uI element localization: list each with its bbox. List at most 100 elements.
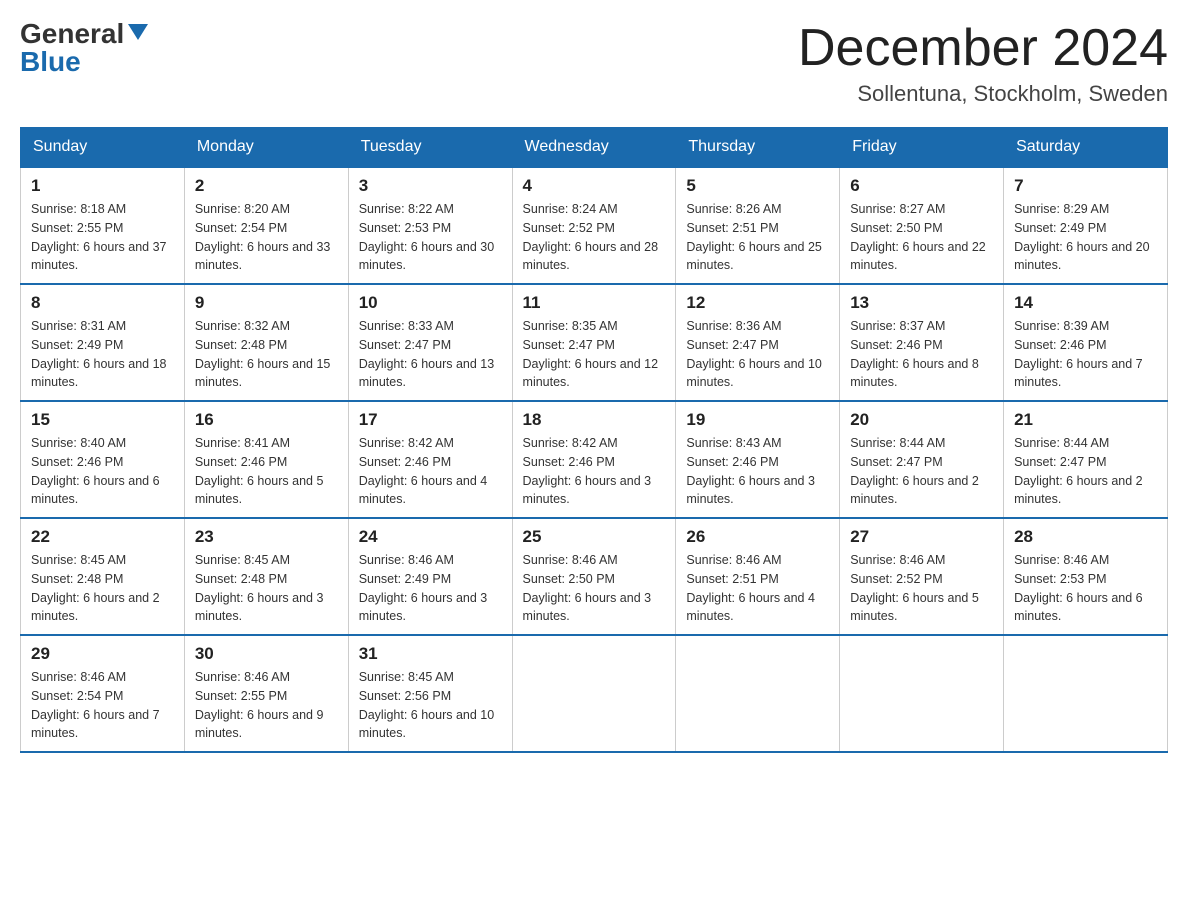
day-info: Sunrise: 8:35 AMSunset: 2:47 PMDaylight:… — [523, 317, 666, 392]
day-info: Sunrise: 8:31 AMSunset: 2:49 PMDaylight:… — [31, 317, 174, 392]
calendar-cell: 16Sunrise: 8:41 AMSunset: 2:46 PMDayligh… — [184, 401, 348, 518]
calendar-cell: 14 Sunrise: 8:39 AMSunset: 2:46 PMDayligh… — [1004, 284, 1168, 401]
day-info: Sunrise: 8:24 AMSunset: 2:52 PMDaylight:… — [523, 200, 666, 275]
day-info: Sunrise: 8:32 AMSunset: 2:48 PMDaylight:… — [195, 317, 338, 392]
weekday-header-thursday: Thursday — [676, 128, 840, 168]
calendar-cell — [1004, 635, 1168, 752]
day-number: 5 — [686, 176, 829, 196]
day-number: 21 — [1014, 410, 1157, 430]
calendar-week-row-1: 1Sunrise: 8:18 AMSunset: 2:55 PMDaylight… — [21, 167, 1168, 284]
calendar-cell — [840, 635, 1004, 752]
day-number: 3 — [359, 176, 502, 196]
day-number: 17 — [359, 410, 502, 430]
calendar-cell: 22 Sunrise: 8:45 AMSunset: 2:48 PMDayligh… — [21, 518, 185, 635]
day-number: 7 — [1014, 176, 1157, 196]
day-info: Sunrise: 8:45 AMSunset: 2:48 PMDaylight:… — [195, 551, 338, 626]
day-info: Sunrise: 8:45 AMSunset: 2:56 PMDaylight:… — [359, 668, 502, 743]
calendar-cell: 13 Sunrise: 8:37 AMSunset: 2:46 PMDayligh… — [840, 284, 1004, 401]
day-info: Sunrise: 8:46 AMSunset: 2:50 PMDaylight:… — [523, 551, 666, 626]
day-number: 24 — [359, 527, 502, 547]
weekday-header-sunday: Sunday — [21, 128, 185, 168]
day-number: 26 — [686, 527, 829, 547]
calendar-cell: 21 Sunrise: 8:44 AMSunset: 2:47 PMDayligh… — [1004, 401, 1168, 518]
day-number: 25 — [523, 527, 666, 547]
day-info: Sunrise: 8:42 AMSunset: 2:46 PMDaylight:… — [523, 434, 666, 509]
weekday-header-tuesday: Tuesday — [348, 128, 512, 168]
logo-triangle-icon — [128, 24, 148, 40]
day-number: 8 — [31, 293, 174, 313]
calendar-cell: 5 Sunrise: 8:26 AMSunset: 2:51 PMDaylight… — [676, 167, 840, 284]
month-title: December 2024 — [798, 20, 1168, 77]
calendar-week-row-4: 22 Sunrise: 8:45 AMSunset: 2:48 PMDayligh… — [21, 518, 1168, 635]
day-number: 29 — [31, 644, 174, 664]
calendar-week-row-5: 29 Sunrise: 8:46 AMSunset: 2:54 PMDayligh… — [21, 635, 1168, 752]
calendar-cell: 20 Sunrise: 8:44 AMSunset: 2:47 PMDayligh… — [840, 401, 1004, 518]
day-info: Sunrise: 8:46 AMSunset: 2:51 PMDaylight:… — [686, 551, 829, 626]
weekday-header-saturday: Saturday — [1004, 128, 1168, 168]
location-title: Sollentuna, Stockholm, Sweden — [798, 81, 1168, 107]
day-info: Sunrise: 8:46 AMSunset: 2:54 PMDaylight:… — [31, 668, 174, 743]
day-number: 2 — [195, 176, 338, 196]
calendar-cell: 23 Sunrise: 8:45 AMSunset: 2:48 PMDayligh… — [184, 518, 348, 635]
day-number: 9 — [195, 293, 338, 313]
day-number: 6 — [850, 176, 993, 196]
calendar-cell: 11Sunrise: 8:35 AMSunset: 2:47 PMDayligh… — [512, 284, 676, 401]
calendar-cell: 18Sunrise: 8:42 AMSunset: 2:46 PMDayligh… — [512, 401, 676, 518]
day-info: Sunrise: 8:26 AMSunset: 2:51 PMDaylight:… — [686, 200, 829, 275]
day-info: Sunrise: 8:18 AMSunset: 2:55 PMDaylight:… — [31, 200, 174, 275]
weekday-header-row: SundayMondayTuesdayWednesdayThursdayFrid… — [21, 128, 1168, 168]
day-info: Sunrise: 8:39 AMSunset: 2:46 PMDaylight:… — [1014, 317, 1157, 392]
day-number: 13 — [850, 293, 993, 313]
day-number: 15 — [31, 410, 174, 430]
calendar-cell: 3 Sunrise: 8:22 AMSunset: 2:53 PMDaylight… — [348, 167, 512, 284]
day-info: Sunrise: 8:36 AMSunset: 2:47 PMDaylight:… — [686, 317, 829, 392]
calendar-cell: 10Sunrise: 8:33 AMSunset: 2:47 PMDayligh… — [348, 284, 512, 401]
day-info: Sunrise: 8:46 AMSunset: 2:53 PMDaylight:… — [1014, 551, 1157, 626]
calendar-cell: 27 Sunrise: 8:46 AMSunset: 2:52 PMDayligh… — [840, 518, 1004, 635]
calendar-cell: 31Sunrise: 8:45 AMSunset: 2:56 PMDayligh… — [348, 635, 512, 752]
day-info: Sunrise: 8:41 AMSunset: 2:46 PMDaylight:… — [195, 434, 338, 509]
weekday-header-monday: Monday — [184, 128, 348, 168]
logo: General Blue — [20, 20, 148, 76]
page-header: General Blue December 2024 Sollentuna, S… — [20, 20, 1168, 107]
day-info: Sunrise: 8:44 AMSunset: 2:47 PMDaylight:… — [850, 434, 993, 509]
logo-blue-text: Blue — [20, 48, 81, 76]
calendar-table: SundayMondayTuesdayWednesdayThursdayFrid… — [20, 127, 1168, 753]
day-info: Sunrise: 8:37 AMSunset: 2:46 PMDaylight:… — [850, 317, 993, 392]
calendar-cell: 25 Sunrise: 8:46 AMSunset: 2:50 PMDayligh… — [512, 518, 676, 635]
logo-general-text: General — [20, 20, 124, 48]
calendar-cell: 4 Sunrise: 8:24 AMSunset: 2:52 PMDaylight… — [512, 167, 676, 284]
weekday-header-friday: Friday — [840, 128, 1004, 168]
calendar-cell: 24 Sunrise: 8:46 AMSunset: 2:49 PMDayligh… — [348, 518, 512, 635]
day-info: Sunrise: 8:45 AMSunset: 2:48 PMDaylight:… — [31, 551, 174, 626]
calendar-cell: 8 Sunrise: 8:31 AMSunset: 2:49 PMDaylight… — [21, 284, 185, 401]
day-info: Sunrise: 8:20 AMSunset: 2:54 PMDaylight:… — [195, 200, 338, 275]
calendar-cell: 7 Sunrise: 8:29 AMSunset: 2:49 PMDaylight… — [1004, 167, 1168, 284]
calendar-cell: 12Sunrise: 8:36 AMSunset: 2:47 PMDayligh… — [676, 284, 840, 401]
day-number: 30 — [195, 644, 338, 664]
calendar-week-row-3: 15 Sunrise: 8:40 AMSunset: 2:46 PMDayligh… — [21, 401, 1168, 518]
day-number: 28 — [1014, 527, 1157, 547]
day-number: 20 — [850, 410, 993, 430]
day-info: Sunrise: 8:46 AMSunset: 2:49 PMDaylight:… — [359, 551, 502, 626]
day-number: 4 — [523, 176, 666, 196]
day-info: Sunrise: 8:27 AMSunset: 2:50 PMDaylight:… — [850, 200, 993, 275]
day-info: Sunrise: 8:44 AMSunset: 2:47 PMDaylight:… — [1014, 434, 1157, 509]
title-section: December 2024 Sollentuna, Stockholm, Swe… — [798, 20, 1168, 107]
day-info: Sunrise: 8:40 AMSunset: 2:46 PMDaylight:… — [31, 434, 174, 509]
calendar-cell: 2 Sunrise: 8:20 AMSunset: 2:54 PMDaylight… — [184, 167, 348, 284]
day-info: Sunrise: 8:33 AMSunset: 2:47 PMDaylight:… — [359, 317, 502, 392]
day-number: 23 — [195, 527, 338, 547]
day-info: Sunrise: 8:46 AMSunset: 2:52 PMDaylight:… — [850, 551, 993, 626]
day-info: Sunrise: 8:43 AMSunset: 2:46 PMDaylight:… — [686, 434, 829, 509]
day-number: 14 — [1014, 293, 1157, 313]
calendar-cell: 6 Sunrise: 8:27 AMSunset: 2:50 PMDaylight… — [840, 167, 1004, 284]
day-number: 22 — [31, 527, 174, 547]
calendar-cell: 17 Sunrise: 8:42 AMSunset: 2:46 PMDayligh… — [348, 401, 512, 518]
day-info: Sunrise: 8:29 AMSunset: 2:49 PMDaylight:… — [1014, 200, 1157, 275]
calendar-cell: 28 Sunrise: 8:46 AMSunset: 2:53 PMDayligh… — [1004, 518, 1168, 635]
day-info: Sunrise: 8:22 AMSunset: 2:53 PMDaylight:… — [359, 200, 502, 275]
day-number: 27 — [850, 527, 993, 547]
calendar-cell: 26 Sunrise: 8:46 AMSunset: 2:51 PMDayligh… — [676, 518, 840, 635]
day-info: Sunrise: 8:42 AMSunset: 2:46 PMDaylight:… — [359, 434, 502, 509]
